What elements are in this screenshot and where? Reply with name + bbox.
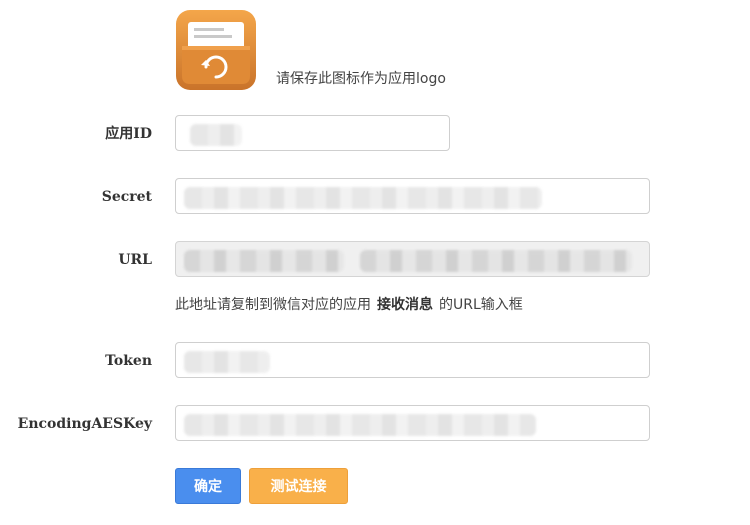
test-connection-button[interactable]: 测试连接: [249, 468, 348, 504]
secret-label: Secret: [101, 189, 152, 205]
redacted-value: [184, 187, 542, 209]
form-row-url: URL: [0, 241, 750, 279]
confirm-button[interactable]: 确定: [175, 468, 241, 504]
url-field[interactable]: [175, 241, 650, 277]
app-id-field[interactable]: [175, 115, 450, 151]
token-label: Token: [105, 353, 152, 369]
redacted-value: [184, 250, 344, 272]
url-hint: 此地址请复制到微信对应的应用 接收消息 的URL输入框: [175, 294, 523, 314]
url-hint-emphasis: 接收消息: [377, 297, 433, 313]
encoding-aes-key-label: EncodingAESKey: [17, 416, 152, 432]
app-id-label: 应用ID: [105, 126, 152, 142]
form-row-token: Token: [0, 342, 750, 380]
redacted-value: [184, 414, 536, 436]
url-hint-prefix: 此地址请复制到微信对应的应用: [175, 297, 371, 313]
encoding-aes-key-field[interactable]: [175, 405, 650, 441]
secret-field[interactable]: [175, 178, 650, 214]
redacted-value: [360, 250, 632, 272]
redacted-value: [184, 351, 270, 373]
redacted-value: [190, 124, 242, 146]
form-row-app-id: 应用ID: [0, 115, 750, 153]
app-logo-icon: [176, 10, 256, 90]
form-row-encoding-aes-key: EncodingAESKey: [0, 405, 750, 443]
token-field[interactable]: [175, 342, 650, 378]
url-label: URL: [118, 252, 152, 268]
logo-row: 请保存此图标作为应用logo: [176, 10, 696, 90]
logo-hint-text: 请保存此图标作为应用logo: [276, 71, 446, 87]
form-row-secret: Secret: [0, 178, 750, 216]
url-hint-suffix: 的URL输入框: [439, 297, 523, 313]
